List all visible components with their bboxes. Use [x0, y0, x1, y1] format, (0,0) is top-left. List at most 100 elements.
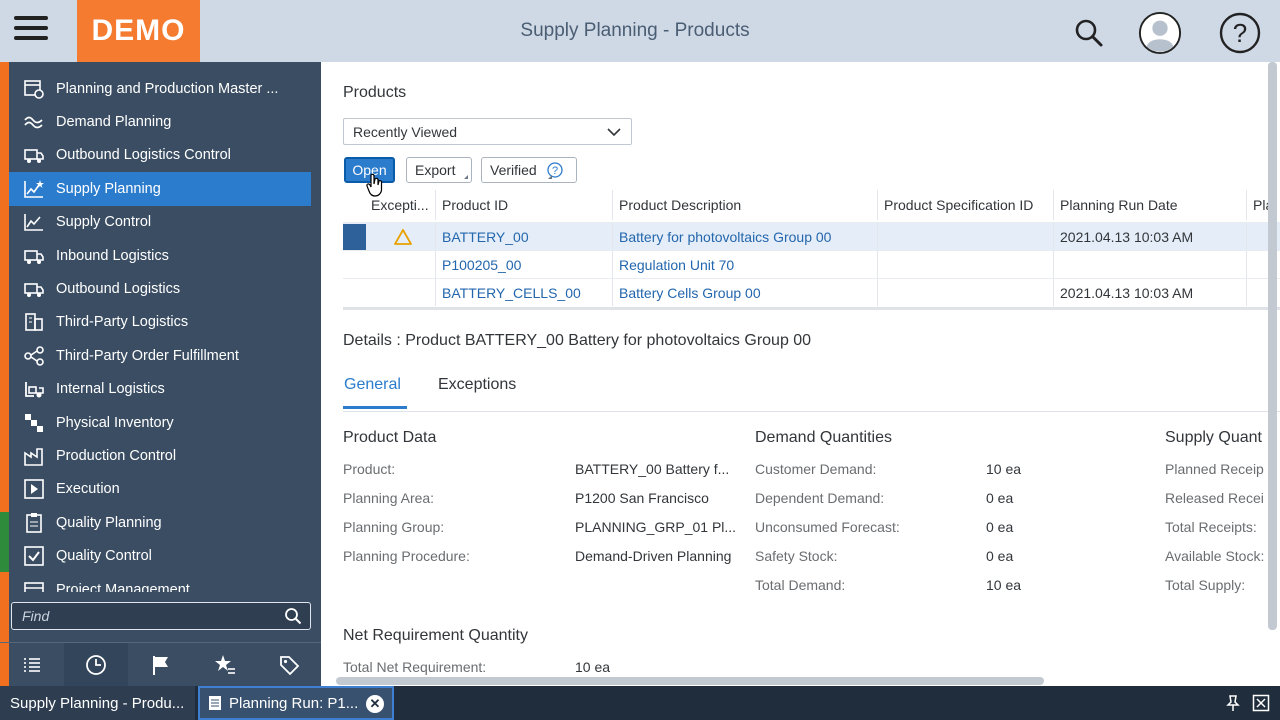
- exception-cell: [366, 279, 436, 306]
- warning-icon: [394, 228, 412, 245]
- sidebar-item-demand-planning[interactable]: Demand Planning: [9, 105, 311, 138]
- field-value: PLANNING_GRP_01 Pl...: [575, 519, 737, 535]
- run-date-cell: [1054, 251, 1247, 278]
- sidebar-color-stripe: [0, 62, 9, 686]
- search-icon[interactable]: [1067, 11, 1111, 55]
- clock-icon: [86, 654, 107, 675]
- sidebar-item-label: Supply Planning: [56, 180, 161, 197]
- sidebar-item-quality-planning[interactable]: Quality Planning: [9, 506, 311, 539]
- sidebar-item-third-party-order-fulfillment[interactable]: Third-Party Order Fulfillment: [9, 339, 311, 372]
- tab-favorites[interactable]: [193, 643, 257, 686]
- task-tab-planning-run[interactable]: Planning Run: P1... ✕: [198, 686, 394, 720]
- share-icon: [24, 346, 44, 366]
- find-field[interactable]: [11, 602, 311, 630]
- tab-exceptions[interactable]: Exceptions: [438, 376, 516, 406]
- column-header-product-id[interactable]: Product ID: [436, 190, 613, 220]
- sidebar-item-production-control[interactable]: Production Control: [9, 439, 311, 472]
- product-description-link[interactable]: Regulation Unit 70: [613, 251, 878, 278]
- sidebar-item-supply-planning[interactable]: Supply Planning: [9, 172, 311, 206]
- user-avatar-icon[interactable]: [1138, 11, 1182, 55]
- task-tab-supply-planning[interactable]: Supply Planning - Produ...: [0, 686, 195, 720]
- building-icon: [25, 313, 43, 332]
- find-input[interactable]: [12, 603, 282, 629]
- product-id-link[interactable]: P100205_00: [436, 251, 613, 278]
- view-select-dropdown[interactable]: Recently Viewed: [343, 118, 632, 145]
- sidebar-item-label: Outbound Logistics Control: [56, 147, 231, 164]
- sidebar-item-outbound-logistics[interactable]: Outbound Logistics: [9, 272, 311, 305]
- product-description-link[interactable]: Battery Cells Group 00: [613, 279, 878, 306]
- taskbar: Supply Planning - Produ... Planning Run:…: [0, 686, 1280, 720]
- shell-header: DEMO Supply Planning - Products ?: [0, 0, 1280, 62]
- table-row[interactable]: BATTERY_CELLS_00 Battery Cells Group 00 …: [343, 278, 1280, 306]
- sidebar-item-label: Execution: [56, 481, 120, 498]
- row-selector[interactable]: [343, 251, 366, 278]
- spec-id-cell: [878, 223, 1054, 250]
- field-label: Planning Area:: [343, 490, 435, 506]
- dropdown-indicator-icon: [548, 175, 552, 179]
- vertical-scrollbar[interactable]: [1268, 62, 1277, 630]
- net-requirement-title: Net Requirement Quantity: [343, 627, 528, 644]
- sidebar-item-planning-master[interactable]: Planning and Production Master ...: [9, 72, 311, 105]
- forklift-icon: [25, 382, 44, 398]
- select-all-cell[interactable]: [343, 190, 366, 220]
- play-icon: [24, 479, 44, 500]
- sidebar-item-label: Third-Party Logistics: [56, 314, 189, 331]
- exception-cell: [366, 223, 436, 250]
- tab-tags[interactable]: [257, 643, 321, 686]
- sidebar-item-project-management[interactable]: Project Management: [9, 573, 311, 592]
- truck-icon: [24, 249, 44, 264]
- boxes-icon: [25, 413, 43, 432]
- sidebar-item-execution[interactable]: Execution: [9, 473, 311, 506]
- field-label: Total Receipts:: [1165, 519, 1257, 535]
- sidebar-item-outbound-logistics-control[interactable]: Outbound Logistics Control: [9, 139, 311, 172]
- sidebar: Planning and Production Master ... Deman…: [0, 62, 321, 686]
- chevron-down-icon: [607, 128, 621, 137]
- help-icon[interactable]: ?: [1218, 11, 1262, 55]
- product-id-link[interactable]: BATTERY_00: [436, 223, 613, 250]
- sidebar-item-inbound-logistics[interactable]: Inbound Logistics: [9, 239, 311, 272]
- search-icon[interactable]: [284, 607, 302, 625]
- clipboard-icon: [26, 512, 42, 533]
- export-button[interactable]: Export: [406, 157, 472, 183]
- field-label: Unconsumed Forecast:: [755, 519, 900, 535]
- exception-cell: [366, 251, 436, 278]
- horizontal-scrollbar[interactable]: [336, 677, 1044, 685]
- sidebar-item-label: Quality Control: [56, 548, 152, 565]
- tab-all-list[interactable]: [0, 643, 64, 686]
- products-table: Excepti... Product ID Product Descriptio…: [343, 190, 1280, 310]
- column-header-planning-run-date[interactable]: Planning Run Date: [1054, 190, 1247, 220]
- calendar-icon: [24, 581, 44, 592]
- table-row[interactable]: BATTERY_00 Battery for photovoltaics Gro…: [343, 222, 1280, 250]
- column-header-spec-id[interactable]: Product Specification ID: [878, 190, 1054, 220]
- sidebar-item-quality-control[interactable]: Quality Control: [9, 539, 311, 572]
- row-selector[interactable]: [343, 223, 366, 250]
- table-row[interactable]: P100205_00 Regulation Unit 70: [343, 250, 1280, 278]
- sidebar-item-label: Third-Party Order Fulfillment: [56, 347, 239, 364]
- product-description-link[interactable]: Battery for photovoltaics Group 00: [613, 223, 878, 250]
- tab-general[interactable]: General: [343, 376, 407, 409]
- document-icon: [209, 696, 221, 710]
- field-label: Total Net Requirement:: [343, 659, 487, 675]
- spec-id-cell: [878, 279, 1054, 306]
- tab-recent[interactable]: [64, 643, 129, 686]
- product-value-link[interactable]: BATTERY_00 Battery f...: [575, 461, 729, 477]
- column-header-product-description[interactable]: Product Description: [613, 190, 878, 220]
- truck-icon: [24, 283, 44, 298]
- close-icon[interactable]: ✕: [366, 695, 384, 713]
- sidebar-item-physical-inventory[interactable]: Physical Inventory: [9, 406, 311, 439]
- demand-quantities-title: Demand Quantities: [755, 429, 892, 446]
- row-selector[interactable]: [343, 279, 366, 306]
- dropdown-indicator-icon: [464, 175, 468, 179]
- window-close-icon[interactable]: [1252, 694, 1270, 712]
- wave-icon: [24, 116, 43, 129]
- table-header-row: Excepti... Product ID Product Descriptio…: [343, 190, 1280, 220]
- task-label: Supply Planning - Produ...: [10, 694, 185, 712]
- sidebar-item-third-party-logistics[interactable]: Third-Party Logistics: [9, 306, 311, 339]
- sidebar-item-label: Planning and Production Master ...: [56, 80, 279, 97]
- product-id-link[interactable]: BATTERY_CELLS_00: [436, 279, 613, 306]
- pin-icon[interactable]: [1224, 694, 1242, 712]
- tab-flagged[interactable]: [128, 643, 192, 686]
- sidebar-item-internal-logistics[interactable]: Internal Logistics: [9, 373, 311, 406]
- verified-button[interactable]: Verified ?: [481, 157, 577, 183]
- sidebar-item-supply-control[interactable]: Supply Control: [9, 206, 311, 239]
